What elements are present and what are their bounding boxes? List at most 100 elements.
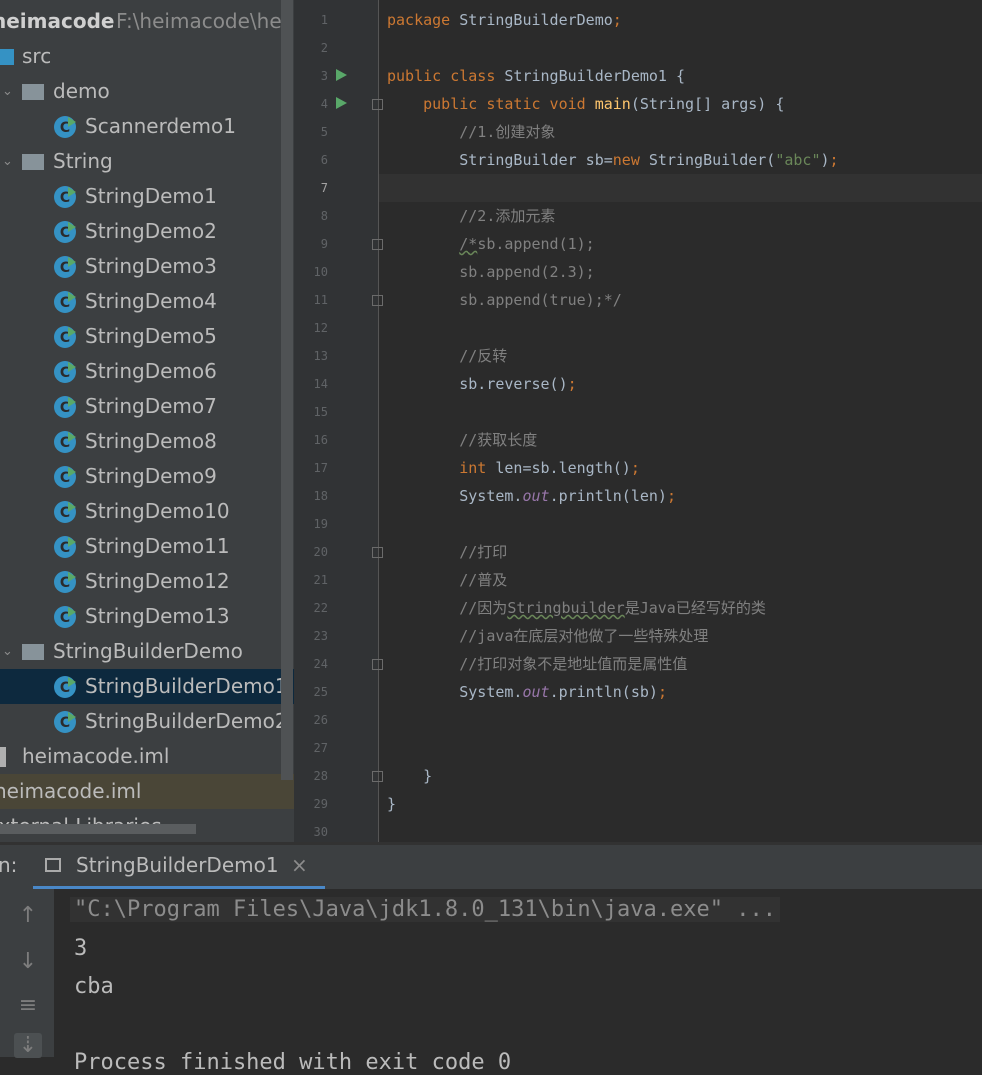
line-number: 18 (313, 489, 328, 503)
line-number: 21 (313, 573, 328, 587)
tree-iml-file[interactable]: heimacode.iml (0, 739, 294, 774)
console-icon (45, 858, 61, 872)
package-folder-icon (22, 644, 44, 660)
chevron-down-icon[interactable]: ⌄ (2, 634, 13, 669)
package-folder-icon (22, 154, 44, 170)
tree-package-stringbuilder[interactable]: ⌄ StringBuilderDemo (0, 634, 294, 669)
line-number: 26 (313, 713, 328, 727)
code-line: //反转 (459, 347, 508, 365)
fold-marker-icon[interactable] (372, 239, 383, 250)
line-number: 20 (313, 545, 328, 559)
fold-marker-icon[interactable] (372, 771, 383, 782)
tree-file[interactable]: C StringDemo8 (0, 424, 294, 459)
soft-wrap-icon[interactable]: ≡ (14, 993, 42, 1018)
console-line: cba (74, 974, 114, 999)
file-label: StringDemo8 (85, 429, 217, 453)
arrow-down-icon[interactable]: ↓ (14, 949, 42, 974)
tree-file[interactable]: C StringDemo3 (0, 249, 294, 284)
code-line: sb.reverse(); (387, 375, 577, 393)
line-number: 27 (313, 741, 328, 755)
code-line: //因为Stringbuilder是Java已经写好的类 (459, 599, 766, 617)
tree-file[interactable]: C StringDemo4 (0, 284, 294, 319)
code-line: public class StringBuilderDemo1 { (387, 67, 686, 85)
code-line: //java在底层对他做了一些特殊处理 (459, 627, 709, 645)
line-number: 8 (320, 209, 328, 223)
file-label: StringDemo11 (85, 534, 230, 558)
run-gutter-icon[interactable] (336, 97, 347, 109)
line-number: 15 (313, 405, 328, 419)
tree-file[interactable]: C StringDemo13 (0, 599, 294, 634)
close-icon[interactable]: × (291, 853, 308, 877)
tree-package-string[interactable]: ⌄ String (0, 144, 294, 179)
java-class-icon: C (54, 571, 76, 593)
tree-file[interactable]: C StringDemo12 (0, 564, 294, 599)
tree-file[interactable]: C StringDemo1 (0, 179, 294, 214)
code-line: //普及 (459, 571, 508, 589)
module-file-icon (0, 747, 6, 767)
file-label: StringBuilderDemo2 (85, 709, 288, 733)
java-class-icon: C (54, 466, 76, 488)
code-line: int len=sb.length(); (459, 459, 640, 477)
file-label: StringDemo10 (85, 499, 230, 523)
line-number: 9 (320, 237, 328, 251)
file-label: StringDemo4 (85, 289, 217, 313)
tree-file[interactable]: C StringDemo2 (0, 214, 294, 249)
run-tab[interactable]: StringBuilderDemo1 × (33, 845, 325, 889)
tree-root[interactable]: heimacode F:\heimacode\hei (0, 4, 294, 39)
java-class-icon: C (54, 361, 76, 383)
scroll-end-icon[interactable]: ⇣ (14, 1033, 42, 1058)
arrow-up-icon[interactable]: ↑ (14, 903, 42, 928)
file-label: StringDemo2 (85, 219, 217, 243)
tree-iml-file-2[interactable]: heimacode.iml (0, 774, 294, 809)
tree-file-selected[interactable]: C StringBuilderDemo1 (0, 669, 294, 704)
tree-file[interactable]: C StringBuilderDemo2 (0, 704, 294, 739)
line-number: 17 (313, 461, 328, 475)
java-class-icon: C (54, 501, 76, 523)
chevron-down-icon[interactable]: ⌄ (2, 74, 13, 109)
fold-marker-icon[interactable] (372, 99, 383, 110)
java-class-icon: C (54, 676, 76, 698)
java-class-icon: C (54, 116, 76, 138)
java-class-icon: C (54, 606, 76, 628)
code-line: //2.添加元素 (459, 207, 556, 225)
tree-file[interactable]: C StringDemo6 (0, 354, 294, 389)
line-number: 3 (320, 69, 328, 83)
package-folder-icon (22, 84, 44, 100)
tree-file[interactable]: C StringDemo10 (0, 494, 294, 529)
fold-marker-icon[interactable] (372, 295, 383, 306)
file-label: Scannerdemo1 (85, 114, 236, 138)
code-editor[interactable]: package StringBuilderDemo; public class … (387, 6, 982, 818)
tree-vertical-scrollbar[interactable] (281, 0, 293, 780)
tree-file[interactable]: C Scannerdemo1 (0, 109, 294, 144)
file-label: StringDemo9 (85, 464, 217, 488)
java-class-icon: C (54, 396, 76, 418)
line-number: 25 (313, 685, 328, 699)
line-number: 19 (313, 517, 328, 531)
chevron-down-icon[interactable]: ⌄ (2, 144, 13, 179)
line-number: 22 (313, 601, 328, 615)
tree-src[interactable]: src (0, 39, 294, 74)
fold-marker-icon[interactable] (372, 547, 383, 558)
java-class-icon: C (54, 326, 76, 348)
tree-file[interactable]: C StringDemo7 (0, 389, 294, 424)
run-gutter-icon[interactable] (336, 69, 347, 81)
java-class-icon: C (54, 431, 76, 453)
tree-horizontal-scrollbar[interactable] (0, 824, 196, 834)
tree-package-demo[interactable]: ⌄ demo (0, 74, 294, 109)
project-tool-window: heimacode F:\heimacode\hei src ⌄ demo C … (0, 0, 294, 842)
tree-file[interactable]: C StringDemo9 (0, 459, 294, 494)
console-output[interactable]: "C:\Program Files\Java\jdk1.8.0_131\bin\… (54, 889, 982, 1075)
code-line: //打印 (459, 543, 508, 561)
line-number: 4 (320, 97, 328, 111)
fold-marker-icon[interactable] (372, 659, 383, 670)
java-class-icon: C (54, 221, 76, 243)
line-number: 24 (313, 657, 328, 671)
root-path: F:\heimacode\hei (116, 9, 288, 33)
console-line: 3 (74, 936, 88, 961)
src-label: src (22, 44, 52, 68)
tree-file[interactable]: C StringDemo11 (0, 529, 294, 564)
tree-file[interactable]: C StringDemo5 (0, 319, 294, 354)
